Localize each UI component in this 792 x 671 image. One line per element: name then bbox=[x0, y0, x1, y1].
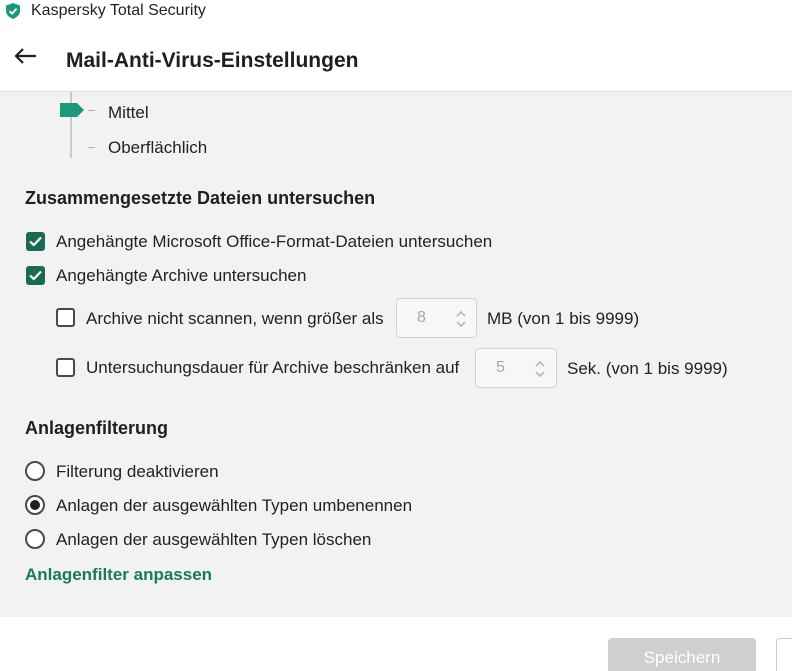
checkmark-icon bbox=[29, 270, 42, 281]
page-header: Mail-Anti-Virus-Einstellungen bbox=[0, 24, 792, 92]
arrow-left-icon[interactable] bbox=[12, 46, 38, 66]
scan-time-limit-unit: Sek. (von 1 bis 9999) bbox=[567, 359, 728, 378]
scan-archives-label: Angehängte Archive untersuchen bbox=[56, 266, 307, 285]
security-level-slider-thumb[interactable] bbox=[60, 103, 84, 117]
cancel-button[interactable] bbox=[776, 638, 792, 671]
radio-rename-attachments-label: Anlagen der ausgewählten Typen umbenenne… bbox=[56, 496, 413, 515]
radio-filter-disabled[interactable] bbox=[25, 461, 45, 481]
attachment-filter-heading: Anlagenfilterung bbox=[25, 418, 168, 438]
limit-scan-time-checkbox[interactable] bbox=[56, 358, 75, 377]
slider-tick bbox=[88, 110, 95, 111]
stepper-arrows-icon bbox=[535, 360, 545, 378]
compound-files-heading: Zusammengesetzte Dateien untersuchen bbox=[25, 188, 376, 208]
skip-large-archives-checkbox[interactable] bbox=[56, 308, 75, 327]
scan-time-limit-value: 5 bbox=[496, 359, 505, 376]
customize-attachment-filter-link[interactable]: Anlagenfilter anpassen bbox=[25, 565, 212, 585]
stepper-arrows-icon bbox=[456, 310, 466, 328]
scan-archives-checkbox[interactable] bbox=[26, 266, 45, 285]
scan-time-limit-stepper[interactable]: 5 bbox=[475, 348, 557, 388]
max-archive-size-unit: MB (von 1 bis 9999) bbox=[487, 309, 640, 328]
limit-scan-time-label: Untersuchungsdauer für Archive beschränk… bbox=[86, 358, 460, 377]
checkmark-icon bbox=[29, 236, 42, 247]
kaspersky-shield-icon bbox=[6, 3, 20, 19]
page-title: Mail-Anti-Virus-Einstellungen bbox=[66, 49, 359, 72]
radio-selected-dot bbox=[30, 500, 40, 510]
skip-large-archives-label: Archive nicht scannen, wenn größer als bbox=[86, 309, 384, 328]
max-archive-size-stepper[interactable]: 8 bbox=[396, 298, 477, 338]
window-titlebar: Kaspersky Total Security bbox=[0, 0, 792, 24]
settings-content: Mittel Oberflächlich Zusammengesetzte Da… bbox=[0, 92, 792, 617]
radio-delete-attachments-label: Anlagen der ausgewählten Typen löschen bbox=[56, 530, 372, 549]
radio-filter-disabled-label: Filterung deaktivieren bbox=[56, 462, 219, 481]
radio-delete-attachments[interactable] bbox=[25, 529, 45, 549]
save-button[interactable]: Speichern bbox=[608, 638, 756, 671]
security-level-mittel[interactable]: Mittel bbox=[108, 103, 149, 123]
footer-bar: Speichern bbox=[0, 617, 792, 671]
app-title: Kaspersky Total Security bbox=[31, 2, 206, 19]
radio-rename-attachments[interactable] bbox=[25, 495, 45, 515]
scan-office-label: Angehängte Microsoft Office-Format-Datei… bbox=[56, 232, 493, 251]
max-archive-size-value: 8 bbox=[417, 309, 426, 326]
security-level-oberflaechlich[interactable]: Oberflächlich bbox=[108, 138, 207, 158]
security-level-slider-track[interactable] bbox=[70, 92, 72, 158]
scan-office-checkbox[interactable] bbox=[26, 232, 45, 251]
slider-tick bbox=[88, 147, 95, 148]
